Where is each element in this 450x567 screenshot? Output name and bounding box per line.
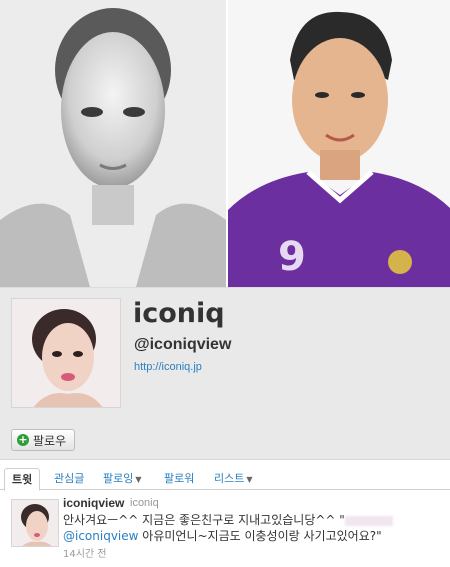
woman-portrait-photo <box>0 0 226 287</box>
tab-label: 팔로워 <box>164 472 195 485</box>
profile-avatar[interactable] <box>11 298 121 408</box>
tab-label: 팔로잉 <box>103 472 134 485</box>
caret-down-icon: ▼ <box>135 475 142 484</box>
tweet-text-line2: @iconiqview 아유미언니~지금도 이충성이랑 사기고있어요?" <box>63 527 382 544</box>
soccer-player-photo: 9 <box>226 0 450 287</box>
woman-portrait-image <box>0 0 226 287</box>
profile-name: iconiq <box>133 298 225 329</box>
tweet-author-name[interactable]: iconiqview <box>63 496 124 510</box>
tab-lists[interactable]: 리스트 ▼ <box>214 468 253 490</box>
tab-favorites[interactable]: 관심글 <box>54 468 84 490</box>
tweet-text: 아유미언니~지금도 이충성이랑 사기고있어요?" <box>138 529 382 543</box>
tweet-avatar-image <box>12 500 58 546</box>
follow-bar: + 팔로우 <box>0 420 450 460</box>
tweet-timestamp[interactable]: 14시간 전 <box>63 545 107 560</box>
tweet-item: iconiqview iconiq 안사겨요ㅡ^^ 지금은 좋은친구로 지내고있… <box>0 496 450 567</box>
svg-text:9: 9 <box>278 234 306 280</box>
profile-handle: @iconiqview <box>134 336 232 353</box>
caret-down-icon: ▼ <box>246 475 253 484</box>
tweet-text-line1: 안사겨요ㅡ^^ 지금은 좋은친구로 지내고있습니당^^ " <box>63 511 393 528</box>
tweet-author-screenname: iconiq <box>130 497 159 509</box>
avatar-image <box>12 299 120 407</box>
tab-label: 리스트 <box>214 472 245 485</box>
tab-label: 트윗 <box>12 473 33 486</box>
profile-header: iconiq @iconiqview http://iconiq.jp <box>0 287 450 420</box>
tweet-text: 안사겨요ㅡ^^ 지금은 좋은친구로 지내고있습니당^^ " <box>63 513 345 527</box>
soccer-player-image: 9 <box>228 0 450 287</box>
profile-tabs: 트윗 관심글 팔로잉 ▼ 팔로워 리스트 ▼ <box>0 468 450 491</box>
profile-url-link[interactable]: http://iconiq.jp <box>134 361 202 373</box>
tab-label: 관심글 <box>54 472 85 485</box>
follow-button[interactable]: + 팔로우 <box>11 429 76 451</box>
tab-following[interactable]: 팔로잉 ▼ <box>103 468 142 490</box>
header-photos: 9 <box>0 0 450 287</box>
plus-icon: + <box>17 433 29 446</box>
tab-followers[interactable]: 팔로워 <box>164 468 194 490</box>
follow-button-label: 팔로우 <box>33 433 67 448</box>
mention-link[interactable]: @iconiqview <box>63 529 138 543</box>
redacted-mention <box>344 515 393 526</box>
tab-tweets[interactable]: 트윗 <box>4 468 41 491</box>
tweet-avatar[interactable] <box>11 499 59 547</box>
